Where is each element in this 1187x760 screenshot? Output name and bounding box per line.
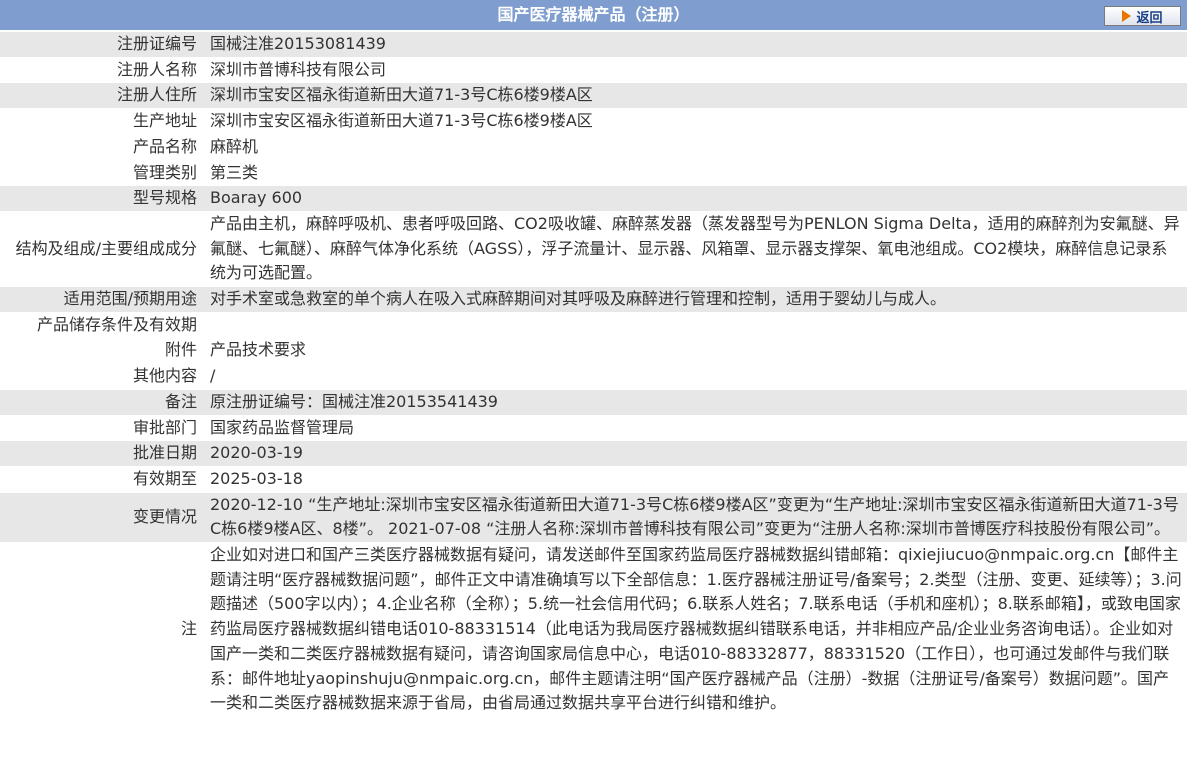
table-row: 注册人名称 深圳市普博科技有限公司	[0, 57, 1187, 84]
field-label: 型号规格	[0, 186, 202, 211]
field-label: 附件	[0, 338, 202, 364]
field-label: 管理类别	[0, 160, 202, 186]
field-value: 国家药品监督管理局	[202, 415, 1187, 441]
field-label: 备注	[0, 389, 202, 415]
field-label: 批准日期	[0, 441, 202, 466]
field-label: 其他内容	[0, 364, 202, 389]
field-value: 2020-12-10 “生产地址:深圳市宝安区福永街道新田大道71-3号C栋6楼…	[202, 492, 1187, 543]
detail-page: 国产医疗器械产品（注册） 返回 注册证编号 国械注准20153081439 注册…	[0, 0, 1187, 760]
table-row: 注 企业如对进口和国产三类医疗器械数据有疑问，请发送邮件至国家药监局医疗器械数据…	[0, 543, 1187, 717]
field-label: 适用范围/预期用途	[0, 287, 202, 312]
field-value: 原注册证编号：国械注准20153541439	[202, 389, 1187, 415]
field-label: 产品储存条件及有效期	[0, 312, 202, 338]
field-value: 第三类	[202, 160, 1187, 186]
arrow-right-icon	[1122, 10, 1132, 22]
header-bar: 国产医疗器械产品（注册） 返回	[0, 0, 1187, 32]
field-value: 2025-03-18	[202, 466, 1187, 492]
table-row: 生产地址 深圳市宝安区福永街道新田大道71-3号C栋6楼9楼A区	[0, 109, 1187, 135]
detail-table: 注册证编号 国械注准20153081439 注册人名称 深圳市普博科技有限公司 …	[0, 32, 1187, 717]
table-row: 变更情况 2020-12-10 “生产地址:深圳市宝安区福永街道新田大道71-3…	[0, 492, 1187, 544]
field-label: 生产地址	[0, 109, 202, 134]
field-value: 产品技术要求	[202, 338, 1187, 364]
field-value: /	[202, 364, 1187, 389]
table-row: 型号规格 Boaray 600	[0, 186, 1187, 212]
field-label: 产品名称	[0, 134, 202, 160]
table-row: 结构及组成/主要组成成分 产品由主机，麻醉呼吸机、患者呼吸回路、CO2吸收罐、麻…	[0, 211, 1187, 288]
table-row: 适用范围/预期用途 对手术室或急救室的单个病人在吸入式麻醉期间对其呼吸及麻醉进行…	[0, 287, 1187, 313]
field-value: 企业如对进口和国产三类医疗器械数据有疑问，请发送邮件至国家药监局医疗器械数据纠错…	[202, 543, 1187, 716]
field-label: 注册证编号	[0, 32, 202, 57]
table-row: 管理类别 第三类	[0, 160, 1187, 187]
field-label: 注册人住所	[0, 83, 202, 109]
table-row: 注册证编号 国械注准20153081439	[0, 32, 1187, 58]
back-button-label: 返回	[1136, 10, 1163, 26]
field-value: 2020-03-19	[202, 441, 1187, 466]
field-value: 对手术室或急救室的单个病人在吸入式麻醉期间对其呼吸及麻醉进行管理和控制，适用于婴…	[202, 287, 1187, 312]
table-row: 注册人住所 深圳市宝安区福永街道新田大道71-3号C栋6楼9楼A区	[0, 83, 1187, 110]
table-row: 有效期至 2025-03-18	[0, 466, 1187, 493]
field-value: 深圳市宝安区福永街道新田大道71-3号C栋6楼9楼A区	[202, 109, 1187, 134]
field-value	[202, 312, 1187, 338]
table-row: 产品储存条件及有效期	[0, 312, 1187, 339]
field-value: 麻醉机	[202, 134, 1187, 160]
field-value: 深圳市宝安区福永街道新田大道71-3号C栋6楼9楼A区	[202, 83, 1187, 109]
back-button[interactable]: 返回	[1104, 6, 1181, 26]
field-label: 有效期至	[0, 466, 202, 492]
table-row: 备注 原注册证编号：国械注准20153541439	[0, 389, 1187, 416]
table-row: 附件 产品技术要求	[0, 338, 1187, 365]
page-title: 国产医疗器械产品（注册）	[497, 5, 690, 24]
table-row: 产品名称 麻醉机	[0, 134, 1187, 161]
field-value: 深圳市普博科技有限公司	[202, 57, 1187, 83]
field-label: 注	[0, 543, 202, 716]
field-value: 国械注准20153081439	[202, 32, 1187, 57]
field-label: 变更情况	[0, 492, 202, 543]
table-row: 审批部门 国家药品监督管理局	[0, 415, 1187, 442]
table-row: 批准日期 2020-03-19	[0, 441, 1187, 467]
field-label: 结构及组成/主要组成成分	[0, 211, 202, 287]
field-label: 审批部门	[0, 415, 202, 441]
field-value: Boaray 600	[202, 186, 1187, 211]
field-value: 产品由主机，麻醉呼吸机、患者呼吸回路、CO2吸收罐、麻醉蒸发器（蒸发器型号为PE…	[202, 211, 1187, 287]
field-label: 注册人名称	[0, 57, 202, 83]
table-row: 其他内容 /	[0, 364, 1187, 390]
